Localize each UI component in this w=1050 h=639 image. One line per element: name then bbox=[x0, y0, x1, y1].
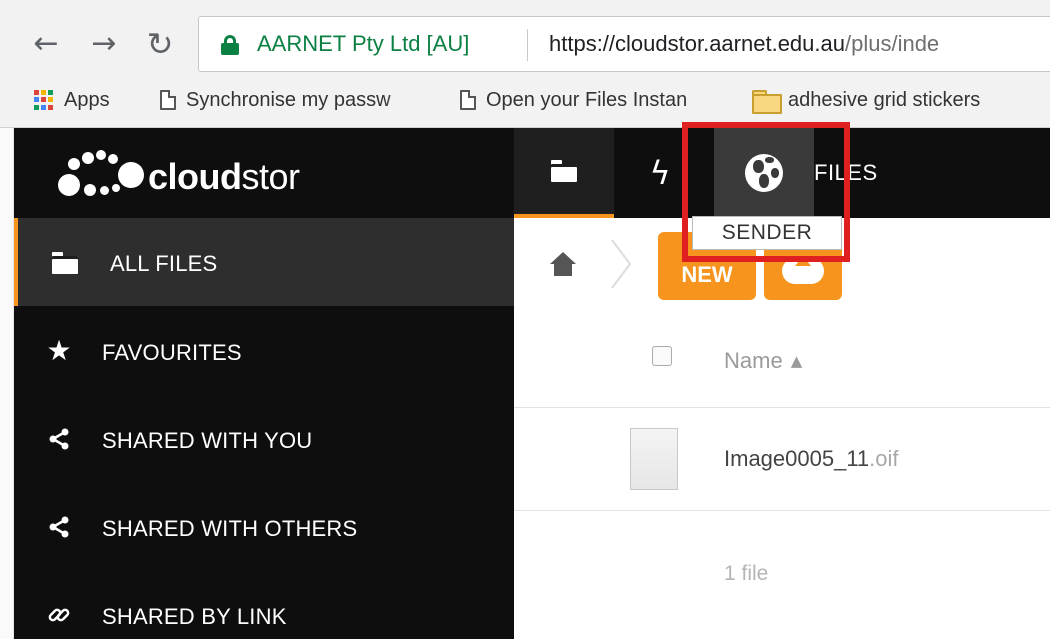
browser-chrome: ← → ↻ AARNET Pty Ltd [AU] https://clouds… bbox=[0, 0, 1050, 128]
window-edge bbox=[0, 128, 14, 639]
sidebar-item-label: ALL FILES bbox=[110, 251, 218, 276]
bookmark-adhesive-grid[interactable]: adhesive grid stickers bbox=[752, 86, 1042, 114]
globe-icon bbox=[745, 154, 783, 192]
file-extension: .oif bbox=[869, 446, 899, 471]
sidebar-item-shared-with-you[interactable]: SHARED WITH YOU bbox=[14, 395, 514, 483]
main-content: NEW Name ▲ Image0005_11.oif 1 file bbox=[514, 218, 1050, 639]
sidebar-item-label: SHARED WITH OTHERS bbox=[102, 516, 358, 541]
home-icon[interactable] bbox=[548, 250, 578, 278]
page-icon bbox=[160, 90, 176, 110]
bookmark-open-files[interactable]: Open your Files Instan bbox=[460, 86, 740, 114]
forward-arrow-icon[interactable]: → bbox=[86, 26, 122, 62]
sidebar-item-label: SHARED WITH YOU bbox=[102, 428, 313, 453]
sidebar: ALL FILES ★ FAVOURITES SHARED WITH YOU S… bbox=[14, 218, 514, 639]
sidebar-item-label: SHARED BY LINK bbox=[102, 604, 287, 629]
url-path: /plus/inde bbox=[844, 31, 940, 56]
link-icon bbox=[46, 603, 72, 627]
sender-tooltip: SENDER bbox=[692, 216, 842, 250]
share-icon bbox=[46, 427, 72, 451]
folder-icon bbox=[752, 90, 782, 114]
url-host: https://cloudstor.aarnet.edu.au bbox=[549, 31, 845, 56]
logo-dots-icon bbox=[48, 144, 144, 200]
url-divider bbox=[527, 29, 528, 61]
bookmark-label: adhesive grid stickers bbox=[788, 88, 981, 111]
sidebar-item-favourites[interactable]: ★ FAVOURITES bbox=[14, 307, 514, 395]
file-count-summary: 1 file bbox=[724, 562, 769, 585]
address-bar[interactable]: AARNET Pty Ltd [AU] https://cloudstor.aa… bbox=[198, 16, 1050, 72]
bookmark-label: Synchronise my passw bbox=[186, 88, 391, 111]
bookmark-label: Apps bbox=[64, 88, 110, 111]
table-row[interactable]: Image0005_11.oif bbox=[514, 409, 1050, 511]
bookmark-apps[interactable]: Apps bbox=[34, 86, 144, 114]
file-name[interactable]: Image0005_11.oif bbox=[724, 446, 899, 472]
sidebar-item-shared-with-others[interactable]: SHARED WITH OTHERS bbox=[14, 483, 514, 571]
topnav-activity-tab[interactable]: ϟ bbox=[630, 128, 690, 218]
sort-ascending-icon: ▲ bbox=[790, 352, 803, 370]
column-name-header[interactable]: Name ▲ bbox=[724, 348, 802, 374]
file-thumbnail[interactable] bbox=[630, 428, 678, 490]
sidebar-item-all-files[interactable]: ALL FILES bbox=[14, 218, 514, 306]
lock-icon bbox=[221, 35, 239, 55]
folder-icon bbox=[551, 160, 577, 182]
lightning-icon: ϟ bbox=[649, 154, 671, 192]
star-icon: ★ bbox=[46, 334, 72, 367]
cloudstor-logo[interactable]: cloudstor bbox=[48, 144, 300, 200]
topnav-sender-tab[interactable] bbox=[714, 128, 814, 218]
breadcrumb-separator bbox=[611, 239, 632, 289]
topnav-files-tab[interactable] bbox=[514, 128, 614, 218]
share-icon bbox=[46, 515, 72, 539]
app-header: cloudstor ϟ FILES bbox=[14, 128, 1050, 218]
sidebar-item-shared-by-link[interactable]: SHARED BY LINK bbox=[14, 571, 514, 639]
logo-wordmark: cloudstor bbox=[148, 156, 300, 197]
bookmarks-bar: Apps Synchronise my passw Open your File… bbox=[0, 80, 1050, 120]
select-all-checkbox[interactable] bbox=[652, 346, 672, 366]
ev-certificate-label: AARNET Pty Ltd [AU] bbox=[257, 31, 470, 56]
apps-grid-icon bbox=[34, 90, 54, 110]
bookmark-label: Open your Files Instan bbox=[486, 88, 688, 111]
section-title: FILES bbox=[814, 160, 878, 185]
reload-icon[interactable]: ↻ bbox=[142, 26, 178, 62]
sidebar-item-label: FAVOURITES bbox=[102, 340, 242, 365]
page-icon bbox=[460, 90, 476, 110]
bookmark-synchronise[interactable]: Synchronise my passw bbox=[160, 86, 440, 114]
table-header: Name ▲ bbox=[514, 318, 1050, 408]
folder-icon bbox=[50, 250, 78, 274]
url-text[interactable]: https://cloudstor.aarnet.edu.au/plus/ind… bbox=[549, 31, 939, 57]
back-arrow-icon[interactable]: ← bbox=[28, 26, 64, 62]
